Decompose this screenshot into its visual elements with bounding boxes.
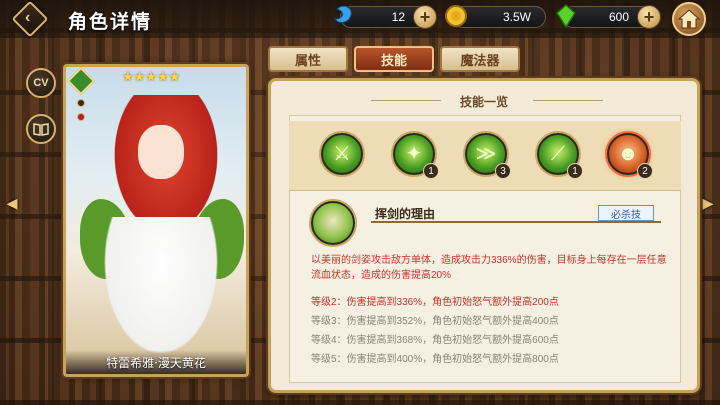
tab-skills[interactable]: 技能	[354, 46, 434, 72]
skill-level-badge: 2	[637, 163, 653, 179]
skill-description: 以美丽的剑姿攻击敌方单体，造成攻击力336%的伤害，目标身上每存在一层任意流血状…	[311, 255, 667, 281]
skill-level-badge: 1	[423, 163, 439, 179]
element-type-icon	[66, 67, 96, 96]
skill-list: ⚔ ✦ 1 ≫ 3 ⟋ 1 ☻ 2	[289, 121, 681, 191]
skill-slot-2[interactable]: ✦ 1	[393, 133, 439, 179]
next-character-arrow[interactable]: ▸	[700, 190, 716, 216]
green-gem-icon	[556, 3, 576, 29]
sword-slash-icon: ⚔	[333, 143, 351, 165]
skill-slot-3[interactable]: ≫ 3	[465, 133, 511, 179]
skill-level-list: 等级2：伤害提高到336%，角色初始怒气额外提高200点 等级3：伤害提高到35…	[311, 293, 671, 369]
character-portrait-icon: ☻	[617, 143, 639, 165]
tab-attributes[interactable]: 属性	[268, 46, 348, 72]
slot-indicator	[77, 113, 85, 121]
tab-label: 魔法器	[460, 52, 500, 68]
character-name: 特蕾希雅·漫天黄花	[66, 350, 246, 374]
gold-coin-icon	[445, 5, 467, 27]
chevron-left-icon: ‹	[25, 9, 31, 26]
slot-indicator	[77, 99, 85, 107]
currency-gem-green: 600 +	[556, 3, 661, 29]
skill-type-badge: 必杀技	[598, 205, 654, 221]
add-gem-blue-button[interactable]: +	[413, 5, 437, 29]
tab-magic-artifact[interactable]: 魔法器	[440, 46, 520, 72]
home-button[interactable]	[670, 2, 710, 36]
currency-value: 12	[391, 10, 405, 24]
skill-level-badge: 1	[567, 163, 583, 179]
skill-level-line: 等级4：伤害提高到368%，角色初始怒气额外提高600点	[311, 335, 559, 346]
skill-slot-4[interactable]: ⟋ 1	[537, 133, 583, 179]
skill-name: 挥剑的理由	[375, 207, 436, 221]
skill-slot-5[interactable]: ☻ 2	[607, 133, 653, 179]
blue-gem-icon	[334, 5, 352, 23]
currency-gem-blue: 12 +	[334, 5, 437, 29]
prev-character-arrow[interactable]: ◂	[4, 190, 20, 216]
top-bar: ‹ 角色详情 12 + 3.5W 600 +	[0, 0, 720, 38]
currency-value: 600	[608, 10, 629, 24]
home-icon	[678, 9, 700, 29]
character-card[interactable]: ★★★★★ 特蕾希雅·漫天黄花	[63, 64, 249, 377]
skill-slot-1[interactable]: ⚔	[321, 133, 363, 175]
skill-level-line: 等级2：伤害提高到336%，角色初始怒气额外提高200点	[311, 297, 559, 308]
story-book-button[interactable]	[26, 114, 56, 144]
character-art-face	[138, 125, 184, 179]
tab-label: 属性	[294, 52, 321, 68]
cv-label: CV	[33, 77, 49, 89]
skill-level-badge: 3	[495, 163, 511, 179]
rarity-stars: ★★★★★	[122, 69, 181, 84]
cv-voice-button[interactable]: CV	[26, 68, 56, 98]
back-button[interactable]: ‹	[11, 0, 49, 38]
wind-arrows-icon: ≫	[475, 143, 497, 165]
character-art-dress	[96, 217, 226, 367]
star-burst-icon: ✦	[405, 143, 423, 165]
currency-gold: 3.5W	[445, 5, 546, 28]
add-gem-green-button[interactable]: +	[637, 5, 661, 29]
currency-value: 3.5W	[502, 10, 531, 24]
panel-heading: 技能一览	[459, 95, 508, 109]
skill-name-divider	[371, 221, 661, 223]
skill-level-line: 等级3：伤害提高到352%，角色初始怒气额外提高400点	[311, 316, 559, 327]
selected-skill-icon	[311, 201, 355, 245]
tab-label: 技能	[380, 52, 407, 68]
skill-level-line: 等级5：伤害提高到400%，角色初始怒气额外提高800点	[311, 354, 559, 365]
green-blade-icon: ⟋	[551, 143, 565, 165]
book-icon	[33, 123, 49, 136]
skill-panel: 技能一览 ⚔ ✦ 1 ≫ 3 ⟋ 1 ☻ 2 挥剑的理由 必杀技 以美丽的剑姿攻…	[268, 78, 700, 393]
page-title: 角色详情	[68, 12, 153, 33]
